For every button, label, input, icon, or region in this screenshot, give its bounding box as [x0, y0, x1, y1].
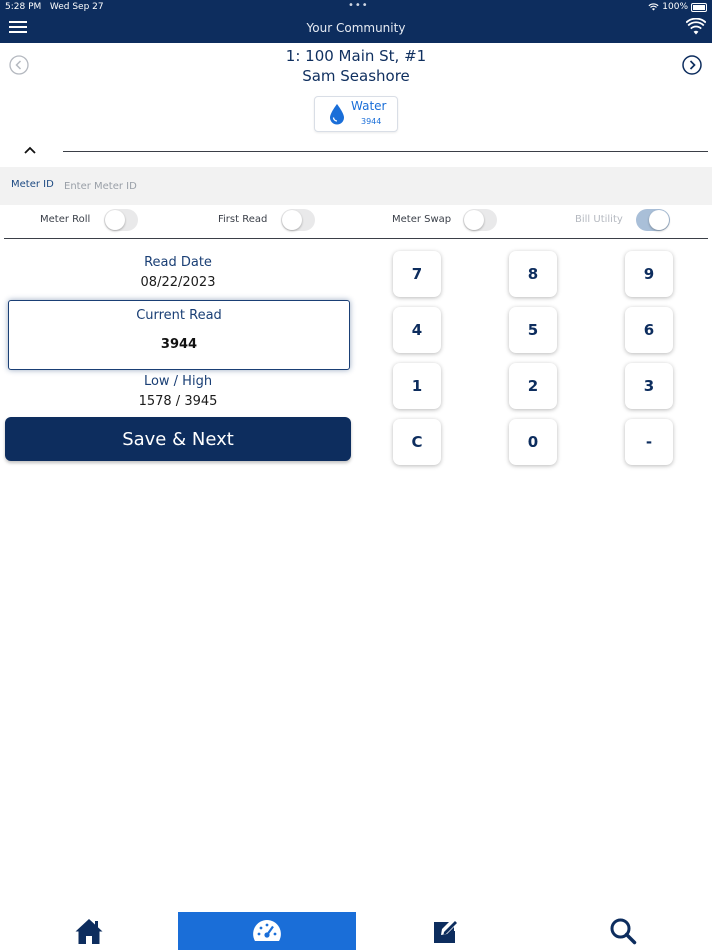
app-title: Your Community	[306, 21, 406, 35]
nav-tab-home[interactable]	[0, 912, 178, 950]
keypad-6-button[interactable]: 6	[625, 307, 673, 353]
battery-icon	[691, 2, 707, 12]
meter-roll-label: Meter Roll	[40, 214, 91, 225]
keypad-8-button[interactable]: 8	[509, 251, 557, 297]
keypad-2-button[interactable]: 2	[509, 363, 557, 409]
resident-name: Sam Seashore	[302, 67, 410, 85]
utility-label: Water	[351, 99, 387, 113]
home-icon	[75, 919, 103, 944]
keypad-5-button[interactable]: 5	[509, 307, 557, 353]
wifi-sync-icon[interactable]	[686, 18, 706, 36]
utility-value: 3944	[361, 117, 382, 126]
keypad-1-button[interactable]: 1	[393, 363, 441, 409]
current-read-value: 3944	[160, 337, 198, 352]
low-high-value: 1578 / 3945	[138, 394, 218, 409]
keypad-0-button[interactable]: 0	[509, 419, 557, 465]
meter-id-row: Meter ID	[0, 167, 712, 205]
divider	[4, 238, 708, 239]
utility-tab-water[interactable]: Water 3944	[314, 96, 398, 132]
chevron-up-icon[interactable]	[22, 144, 38, 156]
bill-utility-toggle[interactable]	[636, 209, 670, 231]
keypad-clear-button[interactable]: C	[393, 419, 441, 465]
water-drop-icon	[330, 104, 344, 125]
keypad-7-button[interactable]: 7	[393, 251, 441, 297]
divider	[63, 151, 708, 152]
bill-utility-label: Bill Utility	[575, 214, 623, 225]
nav-tab-search[interactable]	[534, 912, 712, 950]
read-date-value: 08/22/2023	[140, 275, 216, 290]
top-bar: 5:28 PM Wed Sep 27 ••• 100% Your Communi…	[0, 0, 712, 43]
current-read-field[interactable]: Current Read 3944	[8, 300, 350, 370]
speedometer-icon	[253, 920, 281, 941]
keypad-minus-button[interactable]: -	[625, 419, 673, 465]
keypad-3-button[interactable]: 3	[625, 363, 673, 409]
keypad-4-button[interactable]: 4	[393, 307, 441, 353]
meter-swap-label: Meter Swap	[392, 214, 452, 225]
search-icon	[610, 918, 637, 945]
bottom-nav	[0, 912, 712, 950]
save-next-button[interactable]: Save & Next	[5, 417, 351, 461]
current-read-label: Current Read	[136, 308, 222, 323]
first-read-toggle[interactable]	[281, 209, 315, 231]
account-address: 1: 100 Main St, #1	[285, 47, 427, 65]
next-account-icon[interactable]	[682, 55, 702, 75]
keypad-9-button[interactable]: 9	[625, 251, 673, 297]
status-time: 5:28 PM Wed Sep 27	[5, 2, 104, 12]
nav-tab-edit[interactable]	[356, 912, 534, 950]
meter-swap-toggle[interactable]	[463, 209, 497, 231]
meter-id-input[interactable]	[62, 173, 366, 199]
status-time-text: 5:28 PM	[5, 2, 42, 12]
edit-icon	[434, 921, 457, 943]
meter-roll-toggle[interactable]	[104, 209, 138, 231]
low-high-label: Low / High	[143, 374, 213, 389]
nav-tab-meter-reading[interactable]	[178, 912, 356, 950]
first-read-label: First Read	[218, 214, 268, 225]
status-indicators: 100%	[648, 2, 707, 12]
read-date-label: Read Date	[144, 255, 212, 270]
meter-id-label: Meter ID	[11, 179, 54, 190]
status-date-text: Wed Sep 27	[49, 2, 104, 12]
battery-percent: 100%	[662, 2, 688, 12]
status-wifi-icon	[648, 3, 659, 11]
multitask-dots-icon[interactable]: •••	[348, 0, 369, 11]
